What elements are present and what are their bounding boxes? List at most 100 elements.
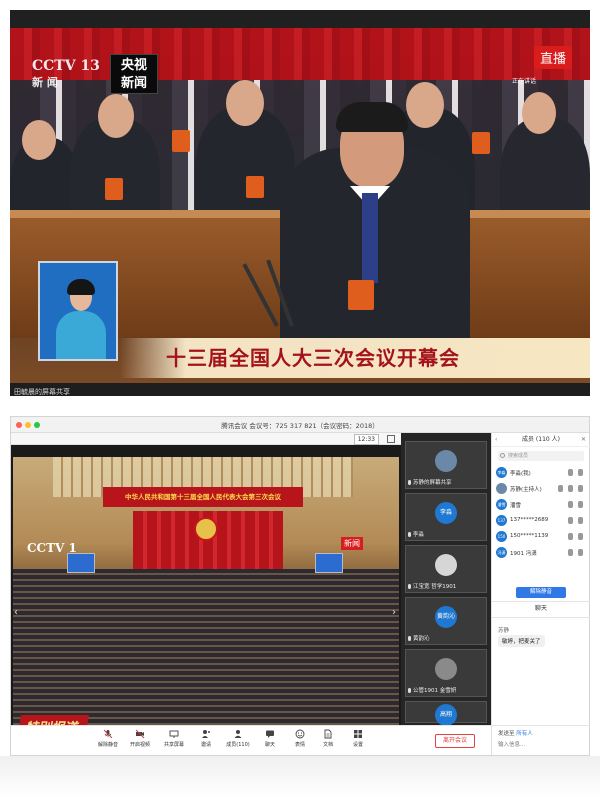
- participant-avatar: 高翔: [435, 704, 457, 726]
- member-name: 1901 冯潇: [510, 551, 537, 557]
- mic-icon[interactable]: [578, 549, 583, 556]
- official-face: [98, 94, 134, 138]
- member-list-item[interactable]: 潘雪 潘雪: [496, 499, 586, 512]
- mic-icon: [408, 584, 411, 589]
- mic-muted-icon: [103, 729, 113, 739]
- member-list-item[interactable]: 137 137*****2689: [496, 515, 586, 528]
- camera-icon[interactable]: [568, 517, 573, 524]
- official-face: [226, 80, 264, 126]
- speaker-hair: [336, 102, 408, 132]
- member-avatar: 137: [496, 515, 507, 526]
- mic-icon[interactable]: [578, 533, 583, 540]
- chevron-right-icon[interactable]: ›: [389, 605, 399, 621]
- delegate-seats: [13, 569, 399, 727]
- participant-avatar: [435, 658, 457, 680]
- member-avatar: 李淼: [496, 467, 507, 478]
- participant-avatar: [435, 554, 457, 576]
- chat-header: 聊天: [534, 605, 547, 612]
- chevron-left-icon[interactable]: ‹: [11, 605, 21, 621]
- national-emblem-icon: [194, 517, 218, 541]
- meeting-toolbar: 解除静音 开启视频 共享屏幕 邀请 成员(110) 聊天 表情 文档 设置 离开…: [11, 725, 491, 755]
- camera-icon[interactable]: [568, 533, 573, 540]
- meeting-title: 腾讯会议 会议号：725 317 821（会议密码：2018）: [221, 422, 379, 430]
- tv-broadcast-frame: CCTV 13 新 闻 央视 新闻 直播 正在讲话 十三届全国人大三次会议开幕会: [10, 28, 590, 383]
- delegate-badge: [246, 176, 264, 198]
- panel-divider: [492, 725, 590, 726]
- participant-tile[interactable]: 苏静的屏幕共享: [405, 441, 487, 489]
- camera-icon[interactable]: [568, 469, 573, 476]
- member-avatar: 潘雪: [496, 499, 507, 510]
- participant-tile[interactable]: 李淼 李淼: [405, 493, 487, 541]
- member-search-input[interactable]: 搜索成员: [498, 451, 584, 461]
- cctv13-logo: CCTV 13 新 闻: [32, 58, 100, 89]
- hall-news-badge: 新闻: [341, 537, 363, 550]
- member-avatar: [496, 483, 507, 494]
- camera-icon[interactable]: [568, 501, 573, 508]
- participant-video-strip: 苏静的屏幕共享 李淼 李淼 江宝宽 哲学1901 黄韵沁 黄韵沁 公管1901 …: [401, 433, 491, 726]
- hall-display-screen: [67, 553, 95, 573]
- camera-icon[interactable]: [568, 549, 573, 556]
- member-name: 137*****2689: [510, 517, 549, 523]
- close-icon[interactable]: ✕: [581, 436, 586, 443]
- camera-icon[interactable]: [568, 485, 573, 492]
- document-icon: [324, 729, 332, 739]
- leave-meeting-button[interactable]: 离开会议: [435, 734, 475, 748]
- mic-icon[interactable]: [578, 517, 583, 524]
- participant-avatar: 黄韵沁: [435, 606, 457, 628]
- mic-icon: [408, 688, 411, 693]
- screen-share-icon: [558, 485, 563, 492]
- chat-input[interactable]: [498, 739, 584, 751]
- participant-tile[interactable]: 江宝宽 哲学1901: [405, 545, 487, 593]
- mic-icon: [408, 532, 411, 537]
- member-list-item[interactable]: 苏静(主持人): [496, 483, 586, 496]
- start-video-button[interactable]: 开启视频: [125, 729, 155, 753]
- chat-send-to[interactable]: 发送至 所有人: [498, 729, 533, 737]
- screen-share-icon: [169, 730, 179, 738]
- send-to-target[interactable]: 所有人: [516, 731, 533, 737]
- mic-icon[interactable]: [578, 469, 583, 476]
- cctv1-logo: CCTV 1: [27, 541, 77, 555]
- delegate-badge: [472, 132, 490, 154]
- unmute-button[interactable]: 解除静音: [516, 587, 566, 598]
- hall-banner: 中华人民共和国第十三届全国人民代表大会第三次会议: [103, 487, 303, 507]
- collapse-icon[interactable]: ‹: [495, 436, 497, 443]
- chat-button[interactable]: 聊天: [255, 729, 285, 753]
- participant-tile[interactable]: 高翔: [405, 701, 487, 726]
- emoji-button[interactable]: 表情: [285, 729, 315, 753]
- official-face: [522, 92, 556, 134]
- broadcast-subtitle: 十三届全国人大三次会议开幕会: [120, 338, 590, 378]
- invite-button[interactable]: 邀请: [191, 729, 221, 753]
- unmute-mic-button[interactable]: 解除静音: [93, 729, 123, 753]
- share-screen-button[interactable]: 共享屏幕: [159, 729, 189, 753]
- member-list-item[interactable]: 冯潇 1901 冯潇: [496, 547, 586, 560]
- members-button[interactable]: 成员(110): [223, 729, 253, 753]
- document-button[interactable]: 文档: [313, 729, 343, 753]
- participant-tile[interactable]: 公管1901 金雪妍: [405, 649, 487, 697]
- participant-name: 黄韵沁: [413, 636, 430, 642]
- cctv-news-logo: 央视 新闻: [110, 54, 158, 94]
- mic-icon[interactable]: [578, 501, 583, 508]
- participant-name: 苏静的屏幕共享: [413, 480, 452, 486]
- great-hall-broadcast: 中华人民共和国第十三届全国人民代表大会第三次会议 CCTV 1 新闻 特别报道: [13, 457, 399, 727]
- member-name: 苏静(主持人): [510, 487, 542, 493]
- participant-tile[interactable]: 黄韵沁 黄韵沁: [405, 597, 487, 645]
- member-list-item[interactable]: 150 150*****1139: [496, 531, 586, 544]
- fullscreen-icon[interactable]: [387, 435, 395, 443]
- chat-sender-name: 苏静: [498, 628, 510, 634]
- delegate-badge: [172, 130, 190, 152]
- shared-video-area[interactable]: 12:33 中华人民共和国第十三届全国人民代表大会第三次会议 CCTV 1 新闻…: [11, 433, 401, 727]
- participant-avatar: [435, 450, 457, 472]
- mic-icon[interactable]: [578, 485, 583, 492]
- chat-message: 敏婷，把麦关了: [498, 635, 545, 647]
- live-badge: 直播: [533, 46, 572, 69]
- members-panel: 成员 (110 人) ‹ ✕ 搜索成员 李淼 李淼(我) 苏静(主持人) 潘雪 …: [491, 433, 590, 755]
- speaking-indicator: 正在讲话: [511, 78, 536, 85]
- emoji-icon: [295, 729, 305, 739]
- settings-button[interactable]: 设置: [343, 729, 373, 753]
- speaker-badge: [348, 280, 374, 310]
- official-face: [406, 82, 444, 128]
- interpreter-hair: [67, 279, 95, 295]
- member-list-item[interactable]: 李淼 李淼(我): [496, 467, 586, 480]
- chat-icon: [266, 730, 274, 738]
- broadcast-screen-share: CCTV 13 新 闻 央视 新闻 直播 正在讲话 十三届全国人大三次会议开幕会…: [10, 10, 590, 396]
